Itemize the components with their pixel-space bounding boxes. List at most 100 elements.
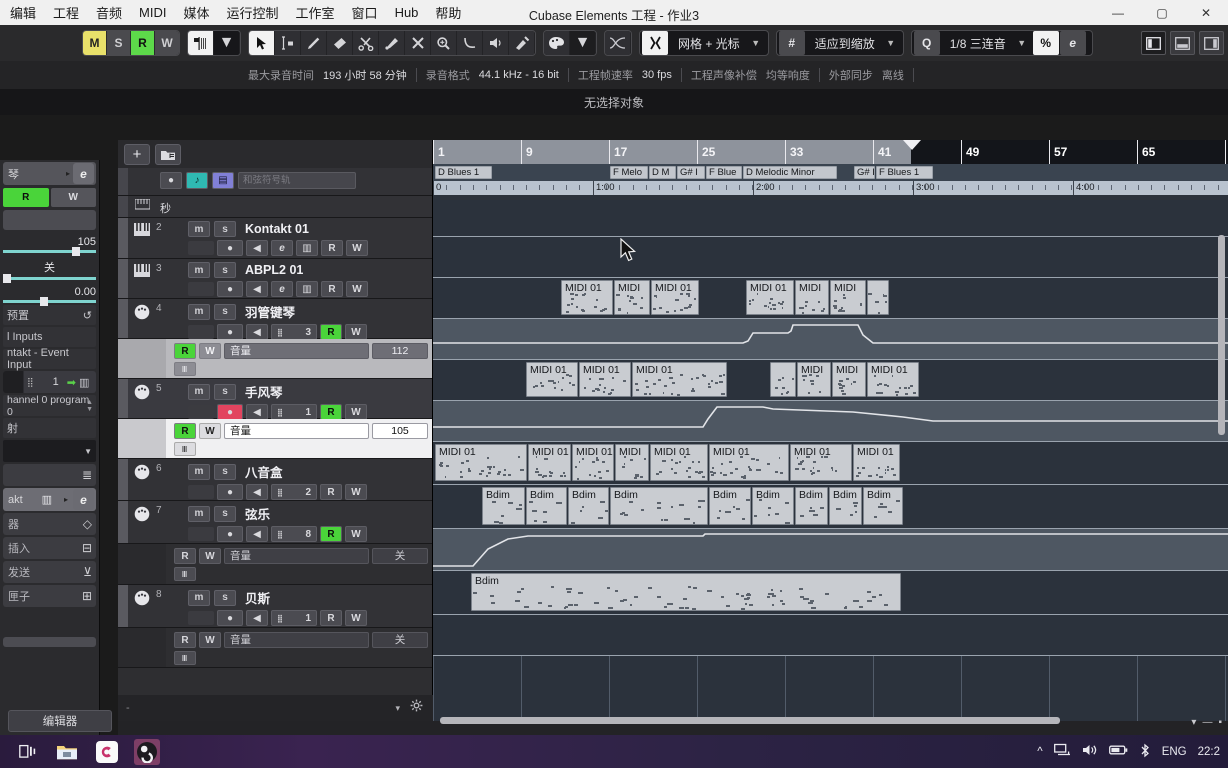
midi-clip[interactable]: MIDI 01	[650, 444, 708, 481]
midi-clip[interactable]: MIDI 01	[790, 444, 852, 481]
global-write-button[interactable]: W	[155, 31, 179, 55]
inspector-section-fades[interactable]: 匣子 ⊞	[3, 585, 96, 607]
monitor-button[interactable]: ◀	[246, 281, 268, 297]
inspector-write-button[interactable]: W	[51, 188, 97, 207]
snap-settings[interactable]: 网格 + 光标 ▼	[639, 30, 769, 56]
clock[interactable]: 22:2	[1198, 746, 1220, 758]
bar-number[interactable]: 49	[961, 140, 979, 164]
grid-chevron-down-icon[interactable]: ▼	[881, 38, 901, 48]
file-explorer-icon[interactable]	[54, 739, 80, 765]
chord-event[interactable]: F Blue	[706, 166, 742, 179]
read-automation-button[interactable]: R	[320, 526, 342, 542]
show-lower-zone-button[interactable]	[1170, 31, 1195, 55]
midi-clip[interactable]: Bdim	[752, 487, 794, 525]
read-automation-button[interactable]: R	[321, 281, 343, 297]
midi-clip[interactable]: Bdim	[863, 487, 903, 525]
inspector-section-sends[interactable]: 发送 ⊻	[3, 561, 96, 583]
midi-clip[interactable]: Bdim	[829, 487, 862, 525]
gear-icon[interactable]	[410, 699, 423, 717]
chevron-down-icon[interactable]: ▾	[1191, 717, 1196, 728]
midi-clip[interactable]: Bdim	[709, 487, 751, 525]
record-enable-button[interactable]: ●	[217, 404, 243, 420]
chord-event[interactable]: D Blues 1	[435, 166, 492, 179]
read-automation-button[interactable]: R	[320, 610, 342, 626]
solo-button[interactable]: s	[214, 262, 236, 278]
track-row-5[interactable]: 5 m s 手风琴 ● ◀ ⣿ 1 R W	[118, 379, 432, 419]
crossfade-icon[interactable]	[605, 31, 631, 55]
automation-value[interactable]: 105	[372, 423, 428, 439]
track-row-8[interactable]: 8 m s 贝斯 ● ◀ ⣿ 1 R W	[118, 585, 432, 628]
show-hidden-icons-chevron-icon[interactable]: ^	[1037, 746, 1042, 758]
inspector-section-inserts[interactable]: 插入 ⊟	[3, 537, 96, 559]
write-automation-button[interactable]: W	[345, 484, 367, 500]
midi-clip[interactable]: MIDI 01	[435, 444, 527, 481]
time-ruler[interactable]: 0 1:00 2:00 3:00 4:00	[433, 181, 1228, 195]
object-selection-tool-icon[interactable]	[249, 31, 275, 55]
monitor-button[interactable]: ◀	[246, 484, 268, 500]
snap-chevron-down-icon[interactable]: ▼	[746, 38, 766, 48]
monitor-button[interactable]: ◀	[246, 240, 268, 256]
vertical-scrollbar-track[interactable]	[1217, 195, 1226, 708]
monitor-button[interactable]: ◀	[246, 610, 268, 626]
bar-number[interactable]: 25	[697, 140, 715, 164]
horizontal-scrollbar-thumb[interactable]	[440, 717, 1060, 724]
track-row-ruler[interactable]: 秒	[118, 196, 432, 218]
quantize-chevron-down-icon[interactable]: ▼	[1012, 38, 1032, 48]
midi-clip[interactable]: Bdim	[471, 573, 901, 611]
delay-track[interactable]	[3, 300, 96, 303]
write-automation-button[interactable]: W	[345, 324, 367, 340]
bar-number[interactable]: 33	[785, 140, 803, 164]
zoom-out-icon[interactable]: —	[1202, 717, 1212, 728]
midi-clip[interactable]: MIDI	[615, 444, 649, 481]
write-automation-button[interactable]: W	[346, 281, 368, 297]
automation-write-button[interactable]: W	[199, 548, 221, 564]
instrument-edit-icon[interactable]: e	[73, 489, 94, 510]
inspector-section-fader[interactable]: ≣	[3, 464, 96, 486]
inspector-preset-row[interactable]: 预置 ↺	[3, 305, 96, 325]
record-enable-button[interactable]: ●	[217, 610, 243, 626]
midi-clip[interactable]: MIDI	[830, 280, 866, 315]
track-row-7[interactable]: 7 m s 弦乐 ● ◀ ⣿ 8 R W	[118, 501, 432, 544]
automation-parameter-name[interactable]: 音量	[224, 423, 369, 439]
track-row-3[interactable]: 3 m s ABPL2 01 ● ◀ e ▥ R W	[118, 259, 432, 299]
midi-clip[interactable]	[770, 362, 796, 397]
track-presets-icon[interactable]	[155, 144, 181, 165]
global-read-button[interactable]: R	[131, 31, 155, 55]
chord-event[interactable]: F Blues 1	[876, 166, 933, 179]
automation-value[interactable]: 关	[372, 548, 428, 564]
track-name[interactable]: ABPL2 01	[245, 263, 303, 277]
inspector-input-routing[interactable]: l Inputs	[3, 327, 96, 347]
loudness-button[interactable]: 均等响度	[766, 67, 810, 83]
color-dropdown-arrow-icon[interactable]: ▼	[570, 31, 596, 55]
punch-marker-icon[interactable]	[188, 31, 214, 55]
midi-clip[interactable]: MIDI 01	[632, 362, 727, 397]
battery-icon[interactable]	[1109, 744, 1128, 759]
automation-value[interactable]: 112	[372, 343, 428, 359]
write-automation-button[interactable]: W	[345, 404, 367, 420]
add-track-icon[interactable]: +	[124, 144, 150, 165]
track-name[interactable]: Kontakt 01	[245, 222, 309, 236]
midi-clip[interactable]: Bdim	[482, 487, 525, 525]
read-automation-button[interactable]: R	[320, 484, 342, 500]
zoom-tool-icon[interactable]	[431, 31, 457, 55]
solo-button[interactable]: s	[214, 590, 236, 606]
chord-event[interactable]: F Melo	[610, 166, 648, 179]
inspector-scrollbar[interactable]	[3, 637, 96, 647]
track-row-6[interactable]: 6 m s 八音盒 ● ◀ ⣿ 2 R W	[118, 459, 432, 501]
record-enable-button[interactable]: ●	[217, 484, 243, 500]
record-enable-button[interactable]: ●	[217, 281, 243, 297]
inspector-section-modifiers[interactable]: 器 ◇	[3, 513, 96, 535]
midi-clip[interactable]: MIDI 01	[651, 280, 699, 315]
midi-clip[interactable]: MIDI	[832, 362, 866, 397]
track-name[interactable]: 羽管键琴	[245, 302, 295, 321]
track-row-chord[interactable]: ● ♪ ▤ 和弦符号轨	[118, 168, 432, 196]
pan-handle[interactable]	[3, 274, 11, 283]
mute-button[interactable]: m	[188, 464, 210, 480]
solo-button[interactable]: s	[214, 506, 236, 522]
zoom-in-icon[interactable]: ▪	[1218, 717, 1222, 728]
chord-symbol-icon[interactable]: ♪	[186, 172, 208, 189]
cubase-app-icon[interactable]	[94, 739, 120, 765]
automation-curve[interactable]	[433, 401, 1228, 441]
midi-clip[interactable]: Bdim	[795, 487, 828, 525]
automation-lane-mode-icon[interactable]: Ⅲ	[174, 651, 196, 665]
